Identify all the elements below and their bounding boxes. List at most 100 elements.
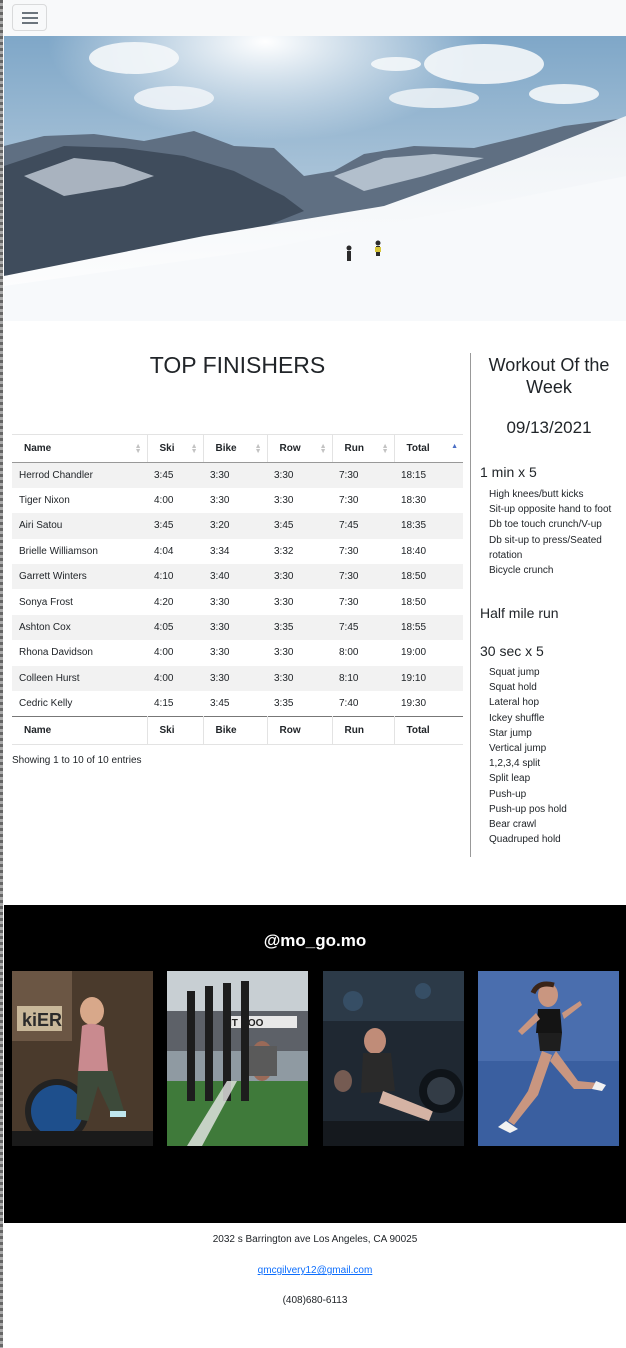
hamburger-menu-icon: [22, 12, 38, 14]
column-divider: [470, 353, 471, 857]
cell-total: 19:30: [401, 697, 427, 709]
cell-ski: 3:45: [147, 462, 203, 488]
cell-row: 3:30: [274, 495, 294, 507]
cell-total: 18:50: [401, 596, 427, 608]
cell-name: Cedric Kelly: [19, 697, 73, 709]
cell-name: Herrod Chandler: [12, 462, 147, 488]
cell-name: Sonya Frost: [19, 596, 73, 608]
instagram-photo[interactable]: [323, 971, 464, 1146]
instagram-photo[interactable]: kiER: [12, 971, 153, 1146]
footer-header-run: Run: [332, 715, 395, 745]
workout-title: Workout Of the Week: [488, 355, 610, 397]
cell-row: 3:45: [267, 513, 332, 539]
cell-bike: 3:30: [203, 462, 267, 488]
cell-total: 18:15: [394, 462, 463, 488]
workout-exercise: Ickey shuffle: [489, 712, 545, 724]
instagram-section: @mo_go.mo kiER IT HOO: [4, 905, 626, 1223]
workout-exercise-list: High knees/butt kicks Sit-up opposite han…: [489, 487, 623, 578]
cell-name: Ashton Cox: [12, 614, 147, 641]
table-row: Tiger Nixon 4:00 3:30 3:30 7:30 18:30: [12, 488, 463, 513]
cell-row: 3:30: [267, 665, 332, 692]
cell-total: 18:40: [401, 545, 427, 557]
footer-address: 2032 s Barrington ave Los Angeles, CA 90…: [212, 1234, 418, 1245]
sort-icon: ▲ ▼: [381, 443, 389, 455]
footer-header-bike: Bike: [203, 715, 268, 745]
column-header-row[interactable]: Row ▲ ▼: [267, 434, 333, 463]
cell-run: 7:30: [332, 462, 394, 488]
navbar-toggler-button[interactable]: [12, 4, 47, 31]
workout-exercise: Quadruped hold: [489, 834, 561, 846]
table-row: Colleen Hurst 4:00 3:30 3:30 8:10 19:10: [12, 665, 463, 692]
footer-header-ski: Ski: [147, 715, 204, 745]
table-info: Showing 1 to 10 of 10 entries: [12, 755, 142, 766]
cell-bike: 3:20: [203, 513, 267, 539]
column-header-bike[interactable]: Bike ▲ ▼: [203, 434, 268, 463]
cell-run: 7:45: [332, 513, 394, 539]
workout-exercise: Bear crawl: [489, 819, 537, 831]
workout-exercise: Db toe touch crunch/V-up: [489, 519, 602, 531]
column-header-run[interactable]: Run ▲ ▼: [332, 434, 395, 463]
footer-email-link[interactable]: qmcgilvery12@gmail.com: [258, 1265, 373, 1276]
ski-erg-row-photo: IT HOO: [167, 971, 308, 1146]
svg-text:kiER: kiER: [22, 1010, 62, 1030]
instagram-photo[interactable]: [478, 971, 619, 1146]
cell-row: 3:30: [267, 462, 332, 488]
cell-bike: 3:30: [203, 614, 267, 641]
cell-ski: 4:15: [154, 697, 174, 709]
cell-total: 19:00: [401, 647, 427, 659]
workout-exercise: Lateral hop: [489, 697, 540, 709]
cell-bike: 3:30: [210, 647, 230, 659]
cell-name: Rhona Davidson: [19, 647, 93, 659]
instagram-handle: @mo_go.mo: [263, 931, 367, 950]
table-row: Garrett Winters 4:10 3:40 3:30 7:30 18:50: [12, 564, 463, 590]
cell-ski: 4:05: [147, 614, 203, 641]
cell-name: Brielle Williamson: [19, 545, 98, 557]
cell-ski: 4:04: [154, 545, 174, 557]
cell-total: 19:10: [394, 665, 463, 692]
cell-row: 3:35: [267, 614, 332, 641]
workout-section-heading: 30 sec x 5: [480, 643, 544, 659]
column-header-ski[interactable]: Ski ▲ ▼: [147, 434, 204, 463]
sort-icon: ▲ ▼: [319, 443, 327, 455]
hero-image: [4, 36, 626, 321]
leaderboard-title: TOP FINISHERS: [149, 352, 326, 378]
cell-total: 18:30: [401, 495, 427, 507]
workout-exercise: 1,2,3,4 split: [489, 758, 541, 770]
workout-date: 09/13/2021: [506, 418, 592, 437]
cell-ski: 4:20: [154, 596, 174, 608]
workout-section-heading: 1 min x 5: [480, 464, 537, 480]
table-row: Airi Satou 3:45 3:20 3:45 7:45 18:35: [12, 513, 463, 539]
cell-ski: 4:00: [147, 665, 203, 692]
table-row: Cedric Kelly 4:15 3:45 3:35 7:40 19:30: [12, 691, 463, 716]
cell-run: 7:45: [332, 614, 394, 641]
workout-exercise: Push-up pos hold: [489, 803, 567, 815]
sort-icon: ▲ ▼: [254, 443, 262, 455]
workout-exercise: Vertical jump: [489, 743, 547, 755]
leaderboard-body: Herrod Chandler 3:45 3:30 3:30 7:30 18:15 Tige…: [12, 462, 463, 717]
workout-exercise: Db sit-up to press/Seated rotation: [489, 534, 602, 561]
sort-icon: ▲ ▼: [134, 443, 142, 455]
cell-name: Garrett Winters: [12, 564, 147, 590]
footer-header-row: Row: [267, 715, 333, 745]
table-row: Rhona Davidson 4:00 3:30 3:30 8:00 19:00: [12, 640, 463, 665]
footer: 2032 s Barrington ave Los Angeles, CA 90…: [4, 1223, 626, 1348]
instagram-photo[interactable]: IT HOO: [167, 971, 308, 1146]
cell-total: 18:35: [394, 513, 463, 539]
workout-exercise: Squat hold: [489, 682, 537, 694]
column-header-name[interactable]: Name ▲ ▼: [12, 434, 148, 463]
cell-run: 7:30: [339, 495, 359, 507]
cell-ski: 4:00: [154, 495, 174, 507]
leaderboard-table: Name ▲ ▼ Ski ▲ ▼ Bike ▲ ▼ Row ▲ ▼ Run ▲ ▼ Total ▲ H…: [12, 434, 463, 745]
cell-bike: 3:45: [210, 697, 230, 709]
footer-header-total: Total: [394, 715, 463, 745]
sort-ascending-icon: ▲: [451, 443, 458, 450]
column-header-total[interactable]: Total ▲: [394, 434, 463, 463]
workout-section-heading: Half mile run: [480, 605, 559, 621]
workout-exercise: Bicycle crunch: [489, 565, 554, 577]
cell-row: 3:30: [267, 564, 332, 590]
table-row: Sonya Frost 4:20 3:30 3:30 7:30 18:50: [12, 589, 463, 614]
cell-ski: 4:00: [154, 647, 174, 659]
cell-row: 3:30: [274, 596, 294, 608]
cell-row: 3:30: [274, 647, 294, 659]
cell-total: 18:55: [394, 614, 463, 641]
